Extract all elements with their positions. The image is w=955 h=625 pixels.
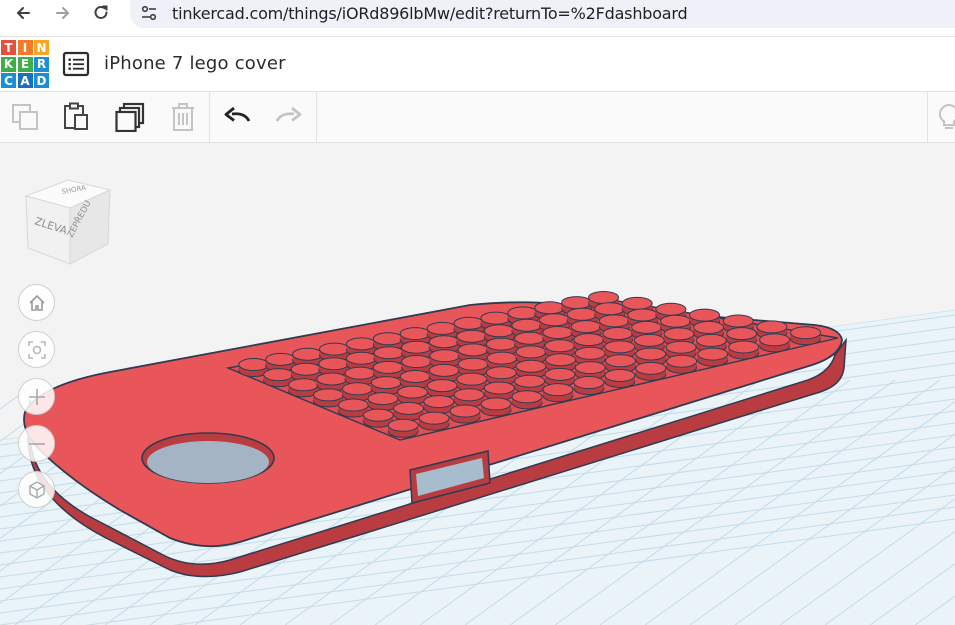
design-title[interactable]: iPhone 7 lego cover xyxy=(104,53,286,74)
lego-stud xyxy=(790,326,822,346)
app-header: TIN KER CAD iPhone 7 lego cover xyxy=(0,36,955,92)
workplane[interactable]: SHORA ZLEVA ZEPŘEDU xyxy=(0,143,955,625)
toolbar-separator xyxy=(209,92,210,142)
reload-icon[interactable] xyxy=(90,2,112,24)
url-text[interactable]: tinkercad.com/things/iORd896lbMw/edit?re… xyxy=(172,4,688,23)
lightbulb-icon[interactable] xyxy=(934,102,955,132)
toolbar-separator xyxy=(927,92,928,142)
lego-stud xyxy=(426,379,458,399)
lego-stud xyxy=(423,395,455,415)
lego-stud xyxy=(666,354,698,374)
camera-hole-floor xyxy=(147,441,269,483)
lego-stud xyxy=(387,418,419,438)
logo-letter: K xyxy=(1,56,16,72)
logo-letter: D xyxy=(34,73,49,88)
duplicate-icon[interactable] xyxy=(115,102,145,132)
home-view-icon[interactable] xyxy=(18,284,55,321)
logo-letter: E xyxy=(17,56,33,72)
lego-stud xyxy=(635,361,667,381)
zoom-in-icon[interactable] xyxy=(18,378,55,415)
lego-stud xyxy=(728,340,760,360)
redo-icon[interactable] xyxy=(274,102,304,132)
site-settings-icon[interactable] xyxy=(138,2,160,24)
copy-icon[interactable] xyxy=(10,102,40,132)
logo-letter: R xyxy=(34,56,49,72)
fit-view-icon[interactable] xyxy=(18,331,55,368)
lego-stud xyxy=(483,381,515,401)
paste-icon[interactable] xyxy=(61,102,91,132)
back-icon[interactable] xyxy=(12,2,34,24)
workplane-scene[interactable] xyxy=(0,143,955,625)
lego-stud xyxy=(449,404,481,424)
logo-letter: N xyxy=(34,40,49,55)
logo-letter: I xyxy=(17,40,33,55)
lego-stud xyxy=(697,347,729,367)
lego-stud xyxy=(604,368,636,388)
lego-stud xyxy=(370,376,402,396)
design-list-icon[interactable] xyxy=(62,51,90,77)
lego-stud xyxy=(397,385,429,405)
lego-stud xyxy=(453,388,485,408)
lego-stud xyxy=(542,383,574,403)
browser-address-bar: tinkercad.com/things/iORd896lbMw/edit?re… xyxy=(0,0,955,28)
logo-letter: C xyxy=(1,73,16,88)
tinkercad-logo[interactable]: TIN KER CAD xyxy=(1,40,49,88)
edit-toolbar xyxy=(0,92,955,143)
zoom-out-icon[interactable] xyxy=(18,425,55,462)
delete-icon[interactable] xyxy=(168,102,198,132)
forward-icon[interactable] xyxy=(52,2,74,24)
logo-letter: A xyxy=(17,73,33,88)
lego-stud xyxy=(573,376,605,396)
lego-stud xyxy=(418,411,450,431)
lego-stud xyxy=(759,333,791,353)
undo-icon[interactable] xyxy=(222,102,252,132)
lego-stud xyxy=(511,390,543,410)
view-cube[interactable]: SHORA ZLEVA ZEPŘEDU xyxy=(22,176,114,268)
logo-letter: T xyxy=(1,40,16,55)
lego-stud xyxy=(480,397,512,417)
toolbar-separator xyxy=(316,92,317,142)
ortho-view-icon[interactable] xyxy=(18,471,55,508)
